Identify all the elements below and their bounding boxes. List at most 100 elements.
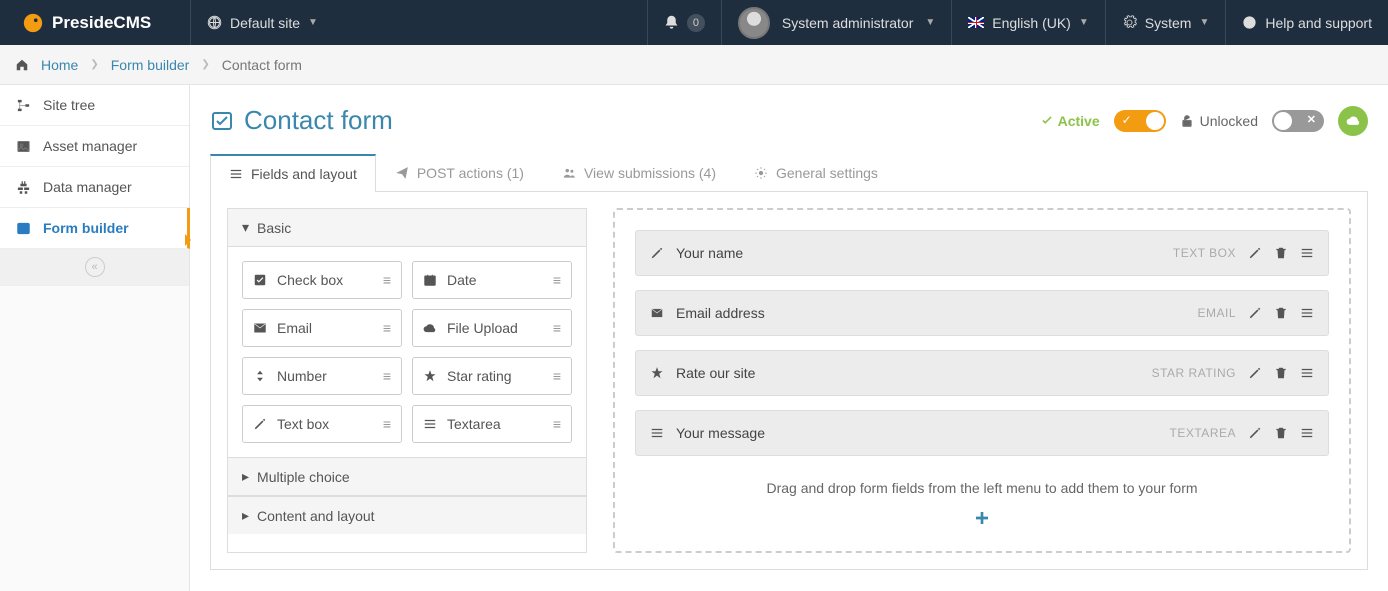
fieldtype-date[interactable]: Date ≡	[412, 261, 572, 299]
fieldtype-textarea[interactable]: Textarea ≡	[412, 405, 572, 443]
field-type: TEXT BOX	[1173, 246, 1236, 260]
sidebar-item-data-manager[interactable]: Data manager	[0, 167, 189, 208]
delete-button[interactable]	[1274, 246, 1288, 260]
add-field-button[interactable]	[635, 510, 1329, 531]
form-field-row[interactable]: Rate our site STAR RATING	[635, 350, 1329, 396]
edit-button[interactable]	[1248, 306, 1262, 320]
unlock-icon	[1180, 114, 1194, 128]
brand-logo[interactable]: PresideCMS	[0, 12, 190, 34]
star-icon	[650, 366, 664, 380]
lock-toggle[interactable]: ✕	[1272, 110, 1324, 132]
form-field-row[interactable]: Your name TEXT BOX	[635, 230, 1329, 276]
gear-icon	[754, 166, 768, 180]
fieldtype-starrating[interactable]: Star rating ≡	[412, 357, 572, 395]
check-icon	[1040, 114, 1054, 128]
field-types-palette: ▾ Basic Check box ≡ Date ≡ Email ≡	[227, 208, 587, 553]
form-field-row[interactable]: Email address EMAIL	[635, 290, 1329, 336]
tab-fields[interactable]: Fields and layout	[210, 154, 376, 192]
system-menu[interactable]: System ▼	[1105, 0, 1226, 45]
tab-settings[interactable]: General settings	[735, 154, 897, 191]
delete-button[interactable]	[1274, 306, 1288, 320]
chevron-down-icon: ▼	[1199, 17, 1209, 28]
form-field-row[interactable]: Your message TEXTAREA	[635, 410, 1329, 456]
sidebar-item-label: Asset manager	[43, 138, 137, 154]
fieldtype-email[interactable]: Email ≡	[242, 309, 402, 347]
breadcrumb-module[interactable]: Form builder	[111, 57, 190, 73]
grip-icon: ≡	[383, 416, 391, 432]
sidebar: Site tree Asset manager Data manager For…	[0, 85, 190, 591]
sidebar-item-asset-manager[interactable]: Asset manager	[0, 126, 189, 167]
language-label: English (UK)	[992, 15, 1071, 31]
site-selector-label: Default site	[230, 15, 300, 31]
chevron-down-icon: ▼	[308, 17, 318, 28]
chevron-down-icon: ▼	[1079, 17, 1089, 28]
notification-count: 0	[687, 14, 705, 32]
field-label: Your message	[676, 425, 1158, 441]
grip-icon: ≡	[553, 368, 561, 384]
fieldtype-checkbox[interactable]: Check box ≡	[242, 261, 402, 299]
field-label: Your name	[676, 245, 1161, 261]
site-selector[interactable]: Default site ▼	[190, 0, 334, 45]
edit-button[interactable]	[1248, 426, 1262, 440]
sidebar-item-form-builder[interactable]: Form builder	[0, 208, 190, 249]
grip-icon[interactable]	[1300, 246, 1314, 260]
sidebar-item-site-tree[interactable]: Site tree	[0, 85, 189, 126]
pencil-icon	[650, 246, 664, 260]
cloud-upload-icon	[423, 321, 437, 335]
caret-down-icon: ▾	[242, 219, 249, 236]
active-toggle[interactable]: ✓	[1114, 110, 1166, 132]
chevron-down-icon: ▼	[925, 17, 935, 28]
fieldtype-number[interactable]: Number ≡	[242, 357, 402, 395]
fieldtype-textbox[interactable]: Text box ≡	[242, 405, 402, 443]
user-name: System administrator	[782, 15, 913, 31]
avatar	[738, 7, 770, 39]
grip-icon[interactable]	[1300, 426, 1314, 440]
tab-submissions[interactable]: View submissions (4)	[543, 154, 735, 191]
grip-icon: ≡	[383, 368, 391, 384]
pencil-icon	[253, 417, 267, 431]
envelope-icon	[650, 306, 664, 320]
delete-button[interactable]	[1274, 366, 1288, 380]
plus-icon	[974, 510, 990, 526]
field-type: STAR RATING	[1152, 366, 1236, 380]
grip-icon[interactable]	[1300, 366, 1314, 380]
accordion-multiple-choice[interactable]: ▸ Multiple choice	[228, 457, 586, 496]
page-title: Contact form	[210, 105, 393, 136]
sidebar-collapse-button[interactable]: «	[0, 249, 189, 286]
grip-icon[interactable]	[1300, 306, 1314, 320]
bars-icon	[650, 426, 664, 440]
brand-name: PresideCMS	[52, 13, 151, 33]
home-icon	[15, 58, 29, 72]
sort-icon	[253, 369, 267, 383]
system-label: System	[1145, 15, 1192, 31]
tab-post-actions[interactable]: POST actions (1)	[376, 154, 543, 191]
bars-icon	[423, 417, 437, 431]
breadcrumb-home[interactable]: Home	[41, 57, 78, 73]
flag-icon	[968, 17, 984, 28]
user-menu[interactable]: System administrator ▼	[721, 0, 951, 45]
accordion-basic[interactable]: ▾ Basic	[228, 209, 586, 247]
envelope-icon	[253, 321, 267, 335]
accordion-content-layout[interactable]: ▸ Content and layout	[228, 496, 586, 534]
delete-button[interactable]	[1274, 426, 1288, 440]
star-icon	[423, 369, 437, 383]
breadcrumb: Home ❯ Form builder ❯ Contact form	[0, 45, 1388, 85]
fieldtype-fileupload[interactable]: File Upload ≡	[412, 309, 572, 347]
sidebar-item-label: Site tree	[43, 97, 95, 113]
calendar-icon	[423, 273, 437, 287]
form-dropzone[interactable]: Your name TEXT BOX Email address EMAIL	[613, 208, 1351, 553]
help-button[interactable]: Help and support	[1225, 0, 1388, 45]
field-type: TEXTAREA	[1170, 426, 1236, 440]
language-selector[interactable]: English (UK) ▼	[951, 0, 1105, 45]
download-button[interactable]	[1338, 106, 1368, 136]
cloud-download-icon	[1346, 113, 1361, 128]
sidebar-item-label: Data manager	[43, 179, 132, 195]
notifications-button[interactable]: 0	[647, 0, 721, 45]
help-label: Help and support	[1265, 15, 1372, 31]
edit-button[interactable]	[1248, 366, 1262, 380]
fields-panel: ▾ Basic Check box ≡ Date ≡ Email ≡	[210, 192, 1368, 570]
edit-button[interactable]	[1248, 246, 1262, 260]
grip-icon: ≡	[553, 320, 561, 336]
check-square-icon	[210, 109, 234, 133]
paper-plane-icon	[395, 166, 409, 180]
